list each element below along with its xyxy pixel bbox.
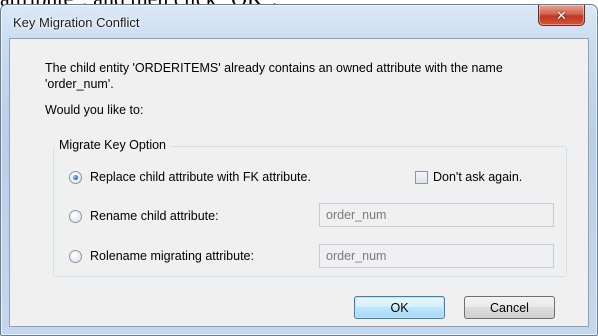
conflict-message: The child entity 'ORDERITEMS' already co… <box>45 61 503 91</box>
rolename-migrating-attribute-input[interactable] <box>319 244 554 268</box>
radio-rolename-migrating-attribute[interactable] <box>69 250 82 263</box>
ok-button[interactable]: OK <box>354 296 445 319</box>
radio-rename-child-attribute[interactable] <box>69 210 82 223</box>
radio-rename-label[interactable]: Rename child attribute: <box>90 209 219 223</box>
radio-replace-child-attribute[interactable] <box>69 171 82 184</box>
dont-ask-again-label[interactable]: Don't ask again. <box>433 170 522 184</box>
title-bar[interactable]: Key Migration Conflict ✕ <box>1 5 597 39</box>
dialog-title: Key Migration Conflict <box>13 15 140 30</box>
radio-replace-label[interactable]: Replace child attribute with FK attribut… <box>90 170 311 184</box>
prompt-text: Would you like to: <box>45 103 144 117</box>
rename-child-attribute-input[interactable] <box>319 203 554 227</box>
close-button[interactable]: ✕ <box>538 5 585 26</box>
dont-ask-again-checkbox[interactable] <box>415 171 428 184</box>
dialog-window: Key Migration Conflict ✕ The child entit… <box>0 4 598 336</box>
radio-rolename-label[interactable]: Rolename migrating attribute: <box>90 249 254 263</box>
group-title: Migrate Key Option <box>55 138 170 152</box>
dialog-body: The child entity 'ORDERITEMS' already co… <box>9 38 589 327</box>
cancel-button[interactable]: Cancel <box>464 296 555 319</box>
close-icon: ✕ <box>556 7 567 23</box>
